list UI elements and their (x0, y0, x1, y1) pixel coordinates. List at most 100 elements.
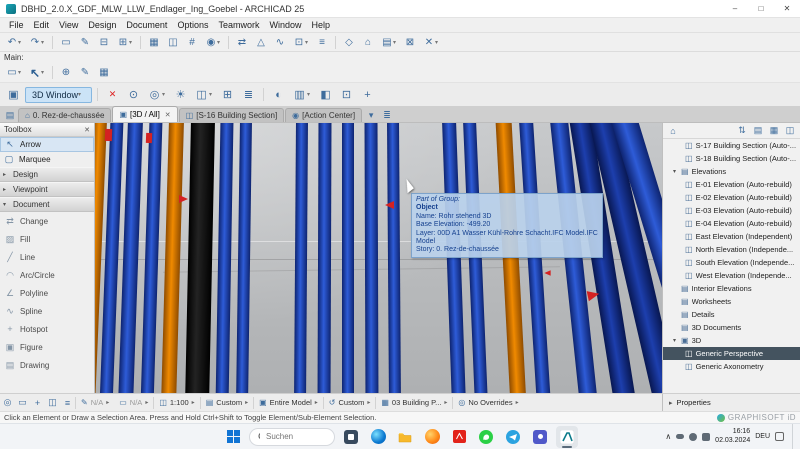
scale-selector[interactable]: ◫1:100▸ (154, 394, 199, 411)
3d-viewport[interactable]: Part of Group: Object Name: Rohr stehend… (95, 123, 662, 393)
toolbox-tool-spline[interactable]: ∿ Spline (0, 302, 94, 320)
swap-icon[interactable]: ⇄ (233, 34, 251, 50)
toolbox-arrow-tool[interactable]: ↖ Arrow (0, 137, 94, 152)
list-options-icon[interactable]: ≡ (60, 398, 75, 408)
tree-folder-elevations[interactable]: ▾▤Elevations (663, 165, 800, 178)
grid-toggle-icon[interactable]: ⊞ (218, 86, 237, 104)
layer-combination-selector[interactable]: ▤Custom▸ (201, 394, 253, 411)
arrow-dropdown-icon[interactable]: ▾ (41, 69, 48, 76)
spline-icon[interactable]: ∿ (271, 34, 289, 50)
tree-item-north-elevation[interactable]: ◫North Elevation (Independe... (663, 243, 800, 256)
toolbox-tool-drawing[interactable]: ▤ Drawing (0, 356, 94, 374)
dimension-standard-selector[interactable]: ▦03 Building P...▸ (376, 394, 452, 411)
tree-folder-interior-elevations[interactable]: ▤Interior Elevations (663, 282, 800, 295)
tree-item-generic-axonometry[interactable]: ◫Generic Axonometry (663, 360, 800, 373)
telegram-button[interactable] (502, 426, 524, 448)
toolbox-section-design[interactable]: ▸ Design (0, 167, 94, 182)
layers-dropdown-icon[interactable]: ▾ (393, 39, 400, 46)
tree-item-west-elevation[interactable]: ◫West Elevation (Independe... (663, 269, 800, 282)
menu-design[interactable]: Design (83, 20, 121, 30)
toolbar-overflow-icon[interactable]: ▾ (435, 39, 442, 46)
menu-options[interactable]: Options (172, 20, 213, 30)
firefox-button[interactable] (421, 426, 443, 448)
roof-tool-icon[interactable]: △ (252, 34, 270, 50)
task-view-button[interactable] (340, 426, 362, 448)
pipe-object[interactable] (342, 123, 354, 393)
edge-button[interactable] (367, 426, 389, 448)
volume-icon[interactable] (702, 433, 710, 441)
tree-item-e04-elevation[interactable]: ◫E-04 Elevation (Auto-rebuild) (663, 217, 800, 230)
redo-dropdown-icon[interactable]: ▾ (41, 39, 48, 46)
menu-help[interactable]: Help (307, 20, 336, 30)
tray-overflow-icon[interactable]: ∧ (665, 432, 671, 441)
layout-selector[interactable]: ▭N/A▸ (114, 394, 153, 411)
explore-dropdown-icon[interactable]: ▾ (162, 91, 169, 98)
tree-folder-worksheets[interactable]: ▤Worksheets (663, 295, 800, 308)
whatsapp-button[interactable] (475, 426, 497, 448)
undo-dropdown-icon[interactable]: ▾ (18, 39, 25, 46)
toolbox-close-icon[interactable]: ✕ (84, 126, 90, 134)
expander-icon[interactable]: ▾ (671, 337, 678, 344)
toolbox-tool-hotspot[interactable]: + Hotspot (0, 320, 94, 338)
toolbox-section-document[interactable]: ▾ Document (0, 197, 94, 212)
tree-folder-details[interactable]: ▤Details (663, 308, 800, 321)
toolbox-marquee-tool[interactable]: ▢ Marquee (0, 152, 94, 167)
file-explorer-button[interactable] (394, 426, 416, 448)
home-story-icon[interactable]: ⌂ (359, 34, 377, 50)
view-map-icon[interactable]: ⇅ (735, 125, 749, 136)
layer-list-icon[interactable]: ≣ (239, 86, 258, 104)
tree-item-east-elevation[interactable]: ◫East Elevation (Independent) (663, 230, 800, 243)
tree-folder-3d[interactable]: ▾▣3D (663, 334, 800, 347)
close-view-icon[interactable]: ✕ (103, 86, 122, 104)
quick-options-icon[interactable]: ◎ (0, 397, 15, 408)
marquee-icon[interactable]: ▭ (57, 34, 75, 50)
menu-file[interactable]: File (4, 20, 29, 30)
toolbox-tool-line[interactable]: ╱ Line (0, 248, 94, 266)
minimize-button[interactable]: – (722, 0, 748, 17)
shading-icon[interactable]: ◐ (269, 86, 288, 104)
tree-item-e01-elevation[interactable]: ◫E-01 Elevation (Auto-rebuild) (663, 178, 800, 191)
pen-set-selector[interactable]: ✎N/A▸ (76, 394, 114, 411)
taskbar-search[interactable] (249, 428, 335, 446)
layout-book-icon[interactable]: ▦ (767, 125, 781, 136)
menu-window[interactable]: Window (264, 20, 306, 30)
window-select-icon[interactable]: ◫ (164, 34, 182, 50)
close-button[interactable]: ✕ (774, 0, 800, 17)
graphic-override-selector[interactable]: ◎No Overrides▸ (453, 394, 523, 411)
sun-settings-icon[interactable]: ☀ (171, 86, 190, 104)
tab-menu-icon[interactable]: ≣ (379, 108, 395, 122)
pencil-icon[interactable]: ✎ (76, 34, 94, 50)
tree-item-s18-section[interactable]: ◫S-18 Building Section (Auto-... (663, 152, 800, 165)
pipe-object[interactable] (317, 123, 331, 393)
erase-icon[interactable]: ⊟ (95, 34, 113, 50)
toolbox-titlebar[interactable]: Toolbox ✕ (0, 123, 94, 137)
target-dropdown-icon[interactable]: ▾ (217, 39, 224, 46)
onedrive-icon[interactable] (676, 434, 684, 439)
add-options-icon[interactable]: + (30, 398, 45, 408)
archicad-taskbar-button[interactable] (556, 426, 578, 448)
taskbar-clock[interactable]: 16:16 02.03.2024 (715, 428, 750, 444)
teams-button[interactable] (529, 426, 551, 448)
view-settings-dropdown-icon[interactable]: ▾ (209, 91, 216, 98)
marquee-options-icon[interactable]: ▭ (15, 397, 30, 408)
tree-item-generic-perspective[interactable]: ◫Generic Perspective (663, 347, 800, 360)
language-indicator[interactable]: DEU (755, 433, 770, 440)
expander-icon[interactable]: ▾ (671, 168, 678, 175)
add-icon[interactable]: ⊕ (57, 64, 75, 81)
tree-item-e02-elevation[interactable]: ◫E-02 Elevation (Auto-rebuild) (663, 191, 800, 204)
view-cube-icon[interactable]: ▣ (4, 86, 23, 104)
show-desktop-handle[interactable] (792, 424, 796, 449)
tab-dropdown-icon[interactable]: ▾ (363, 108, 379, 122)
project-chooser-icon[interactable]: ⌂ (666, 126, 680, 136)
notification-bell-icon[interactable] (775, 432, 784, 441)
toolbox-tool-figure[interactable]: ▣ Figure (0, 338, 94, 356)
structure-display-selector[interactable]: ▣Entire Model▸ (254, 394, 323, 411)
add-view-icon[interactable]: + (358, 86, 377, 104)
window-selector-combo[interactable]: 3D Window ▾ (25, 87, 92, 103)
toolbox-tool-polyline[interactable]: ∠ Polyline (0, 284, 94, 302)
column-view-icon[interactable]: ◧ (316, 86, 335, 104)
maximize-button[interactable]: □ (748, 0, 774, 17)
tree-item-s17-section[interactable]: ◫S-17 Building Section (Auto-... (663, 139, 800, 152)
search-input[interactable] (264, 431, 326, 442)
edit-icon[interactable]: ✎ (76, 64, 94, 81)
